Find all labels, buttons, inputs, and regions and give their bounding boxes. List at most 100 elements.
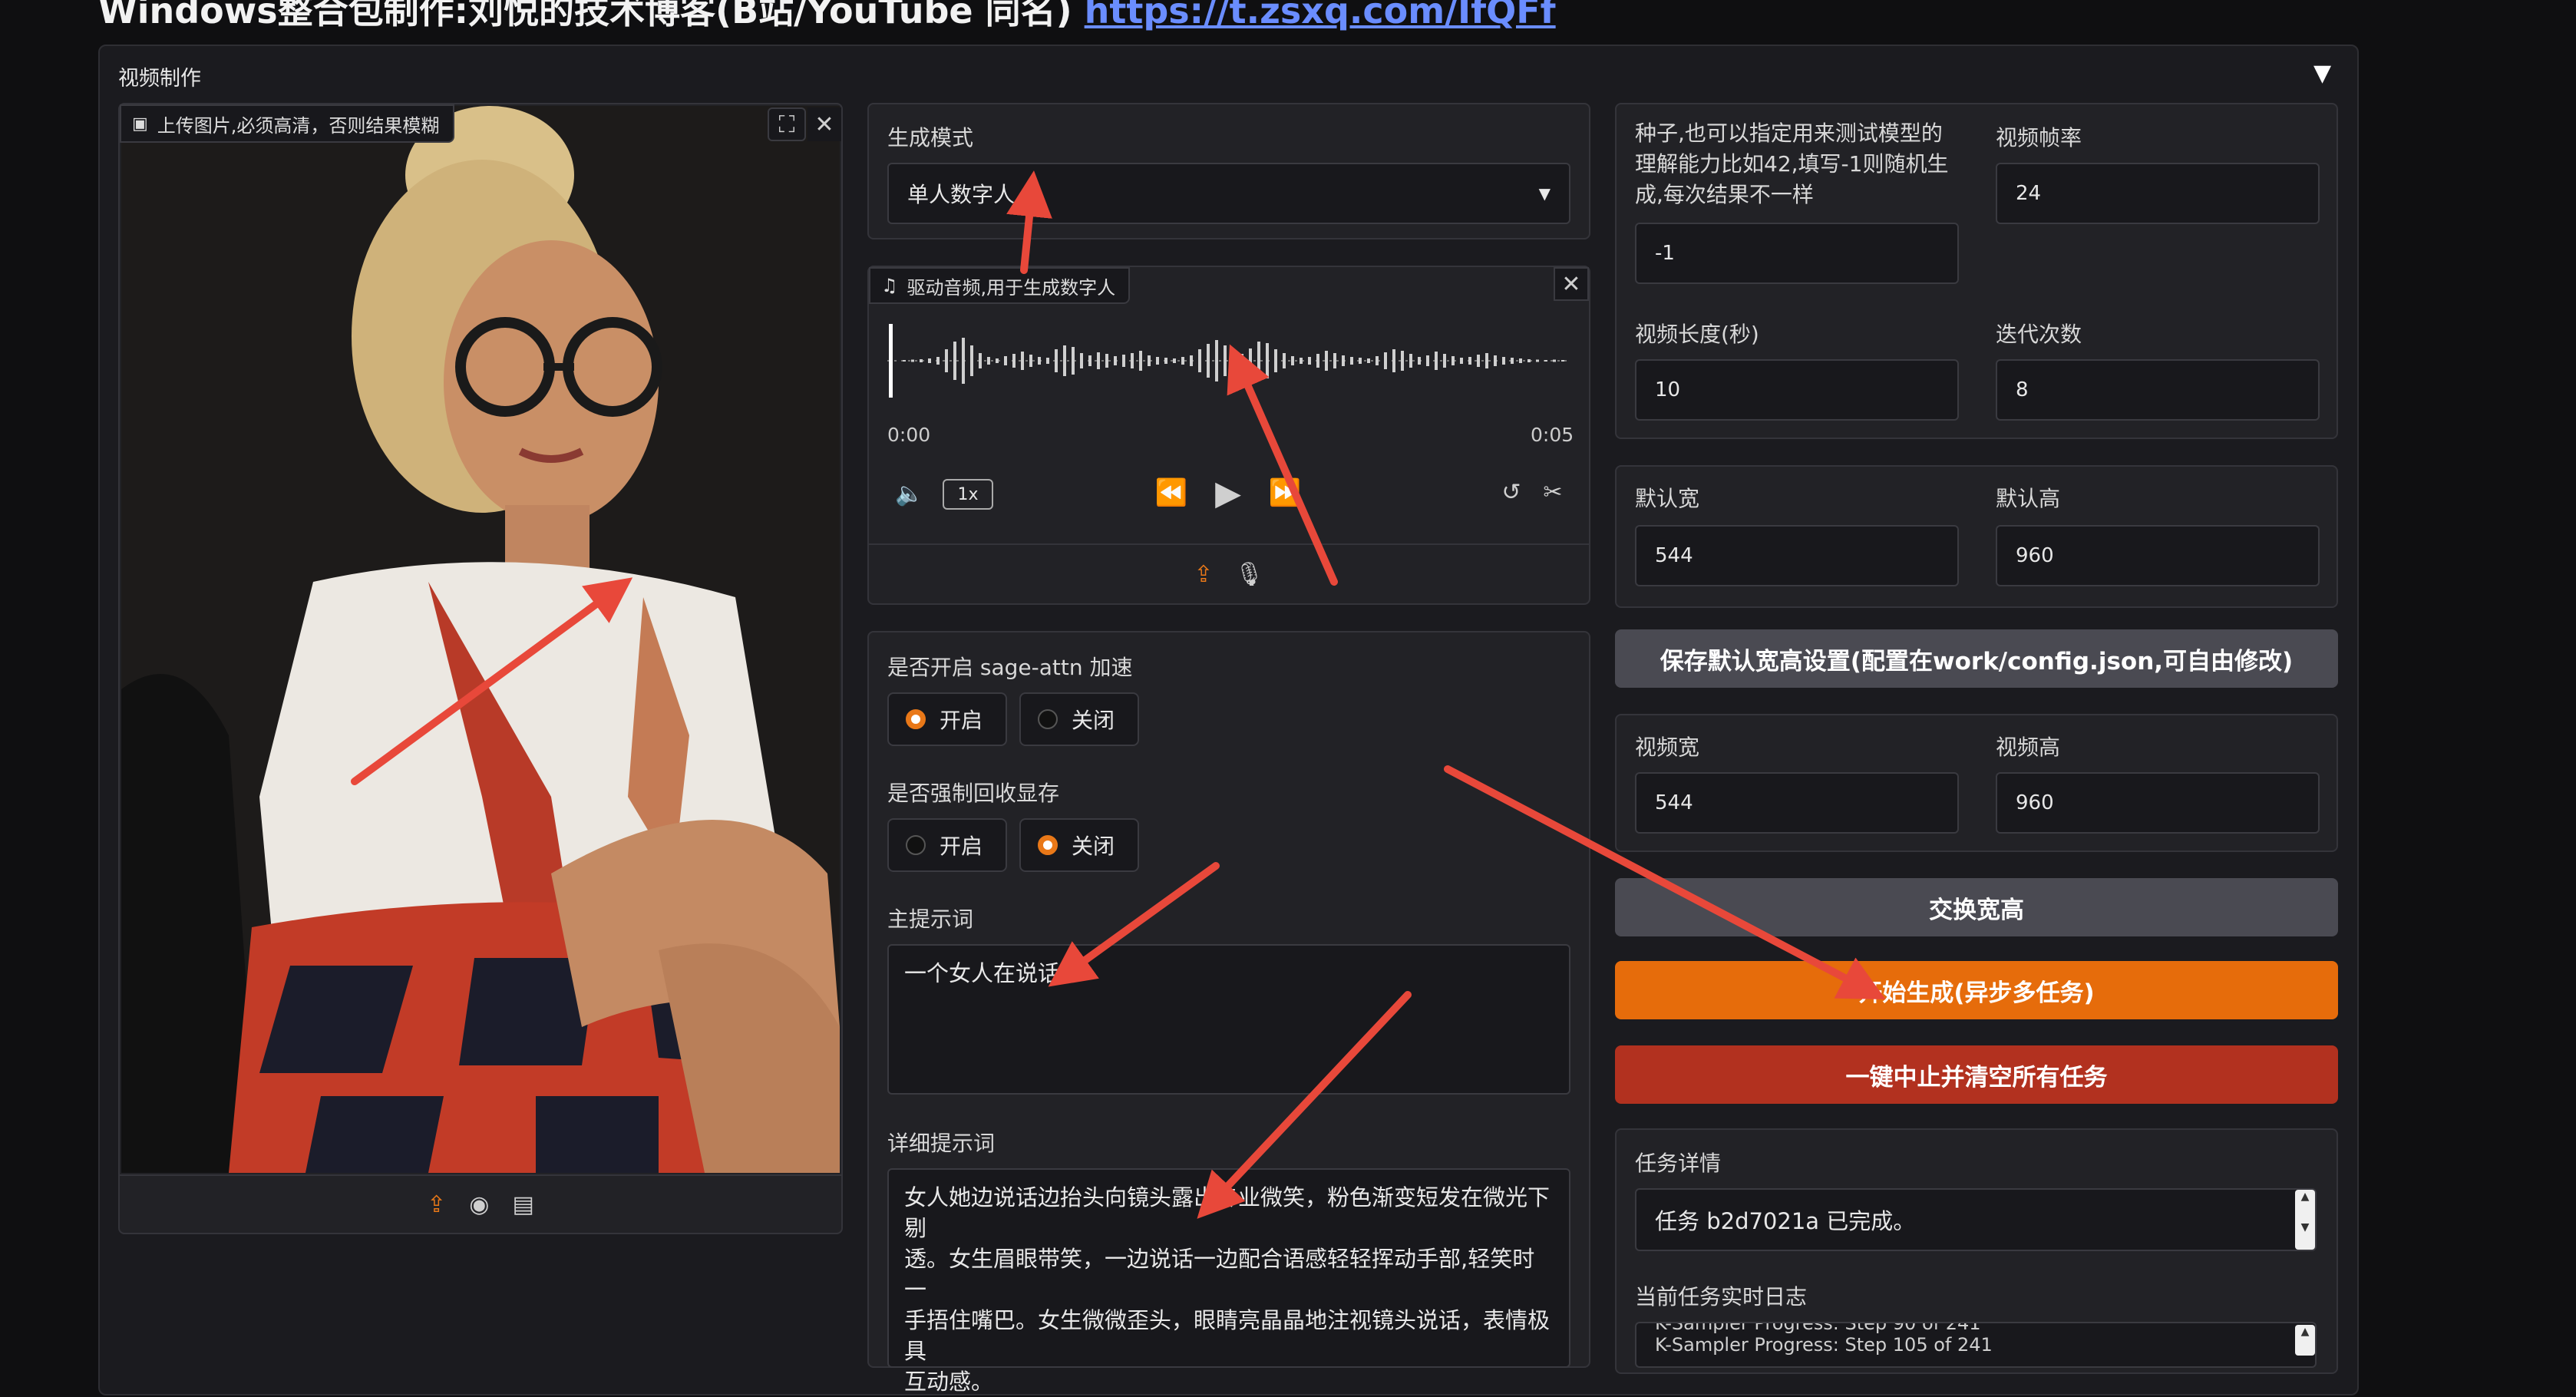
waveform-bar [1418, 357, 1421, 365]
waveform-bar [1426, 355, 1429, 366]
waveform-bar [953, 342, 956, 380]
audio-toolbar: ⇪ 🎙 [869, 543, 1589, 603]
waveform-bar [945, 349, 948, 372]
swap-size-button[interactable]: 交换宽高 [1615, 878, 2338, 936]
playback-speed-button[interactable]: 1x [943, 479, 993, 510]
waveform-bar [1435, 352, 1438, 370]
waveform-bar [1527, 359, 1531, 362]
waveform-bar [1224, 345, 1227, 376]
waveform-bar [1038, 357, 1041, 365]
waveform-bar [1131, 353, 1134, 368]
task-value: 任务 b2d7021a 已完成。 [1655, 1208, 1916, 1234]
volume-icon[interactable]: 🔈 [892, 476, 927, 511]
sage-label: 是否开启 sage-attn 加速 [887, 655, 1133, 680]
image-upload-label: ▣ 上传图片,必须高清，否则结果模糊 [120, 104, 454, 143]
detail-label: 详细提示词 [887, 1131, 996, 1156]
vram-on-radio[interactable]: 开启 [887, 818, 1007, 872]
image-toolbar: ⇪ ◉ ▤ [120, 1174, 841, 1233]
seed-input[interactable]: -1 [1635, 223, 1959, 284]
triangle-down-icon[interactable]: ▼ [2313, 60, 2331, 87]
detail-textarea[interactable]: 女人她边说话边抬头向镜头露出专业微笑，粉色渐变短发在微光下剔 透。女生眉眼带笑，… [887, 1168, 1570, 1395]
upload-icon[interactable]: ⇪ [427, 1191, 446, 1218]
audio-label: ♫ 驱动音频,用于生成数字人 [869, 267, 1130, 304]
waveform-bar [1401, 351, 1404, 371]
fast-forward-icon[interactable]: ⏩ [1265, 473, 1305, 513]
scroll-up-icon[interactable]: ▲ [2295, 1190, 2315, 1204]
audio-upload-icon[interactable]: ⇪ [1194, 561, 1213, 588]
rewind-icon[interactable]: ⏪ [1151, 473, 1191, 513]
waveform-bar [1376, 356, 1379, 365]
microphone-icon[interactable]: 🎙 [1235, 561, 1264, 588]
default-height-label: 默认高 [1996, 486, 2061, 511]
waveform-bar [970, 345, 973, 376]
iters-input[interactable]: 8 [1996, 359, 2320, 421]
vram-on-dot [906, 835, 926, 855]
seed-label: 种子,也可以指定用来测试模型的理解能力比如42,填写-1则随机生成,每次结果不一… [1635, 121, 1949, 207]
waveform-bar [1392, 349, 1395, 372]
webcam-icon[interactable]: ◉ [469, 1191, 489, 1218]
waveform-bar [1122, 355, 1125, 367]
log-line: K-Sampler Progress: Step 105 of 241 [1655, 1334, 1993, 1356]
waveform-bar [1257, 342, 1260, 380]
waveform-bar [1553, 359, 1556, 362]
default-width-input[interactable]: 544 [1635, 525, 1959, 586]
fullscreen-icon[interactable]: ⛶ [768, 107, 806, 141]
prompt-textarea[interactable]: 一个女人在说话 [887, 944, 1570, 1095]
stop-all-button[interactable]: 一键中止并清空所有任务 [1615, 1045, 2338, 1104]
waveform-bar [1291, 356, 1294, 365]
task-label: 任务详情 [1635, 1151, 1722, 1176]
sage-on-text: 开启 [940, 708, 983, 733]
log-line: K-Sampler Progress: Step 90 of 241 [1655, 1322, 1981, 1334]
length-label: 视频长度(秒) [1635, 322, 1759, 347]
sage-off-radio[interactable]: 关闭 [1019, 692, 1139, 746]
waveform-bar [1316, 354, 1319, 368]
vram-off-text: 关闭 [1072, 834, 1115, 859]
detail-line: 手捂住嘴巴。女生微微歪头，眼睛亮晶晶地注视镜头说话，表情极具 [904, 1307, 1551, 1364]
vram-off-radio[interactable]: 关闭 [1019, 818, 1139, 872]
start-generate-button[interactable]: 开始生成(异步多任务) [1615, 961, 2338, 1019]
waveform-bar [1105, 354, 1108, 368]
fps-input[interactable]: 24 [1996, 163, 2320, 224]
waveform-bar [1536, 359, 1539, 362]
scroll-down-icon[interactable]: ▼ [2295, 1220, 2315, 1234]
waveform-bar [1215, 340, 1218, 381]
save-default-size-button[interactable]: 保存默认宽高设置(配置在work/config.json,可自由修改) [1615, 629, 2338, 688]
task-scrollbar[interactable]: ▲ ▼ [2295, 1190, 2315, 1250]
clipboard-icon[interactable]: ▤ [512, 1191, 533, 1218]
play-icon[interactable]: ▶ [1207, 470, 1250, 516]
video-height-label: 视频高 [1996, 735, 2061, 760]
vram-label: 是否强制回收显存 [887, 781, 1060, 806]
video-width-input[interactable]: 544 [1635, 772, 1959, 834]
close-icon[interactable]: ✕ [807, 107, 841, 141]
detail-line: 透。女生眉眼带笑，一边说话一边配合语感轻轻挥动手部,轻笑时一 [904, 1246, 1535, 1303]
waveform-bar [1367, 358, 1370, 363]
task-detail-box[interactable]: 任务 b2d7021a 已完成。 [1635, 1188, 2317, 1251]
blog-link[interactable]: https://t.zsxq.com/IfQFf [1085, 0, 1556, 31]
waveform-bar [1232, 351, 1235, 371]
waveform-bar [1300, 358, 1303, 364]
audio-waveform[interactable] [887, 315, 1570, 407]
sage-on-radio[interactable]: 开启 [887, 692, 1007, 746]
trim-icon[interactable]: ✂ [1535, 473, 1570, 511]
default-height-input[interactable]: 960 [1996, 525, 2320, 586]
waveform-bar [1409, 354, 1412, 368]
waveform-bar [1012, 354, 1016, 368]
fps-label: 视频帧率 [1996, 125, 2082, 150]
waveform-bar [1021, 352, 1024, 370]
waveform-bar [1519, 358, 1522, 363]
waveform-bar [1148, 355, 1151, 366]
reset-icon[interactable]: ↺ [1494, 473, 1529, 511]
waveform-bar [1308, 357, 1311, 365]
audio-close-icon[interactable]: ✕ [1554, 267, 1589, 301]
mode-label: 生成模式 [887, 125, 974, 150]
waveform-bar [1173, 358, 1176, 363]
log-scroll-up-icon[interactable]: ▲ [2295, 1325, 2315, 1339]
length-input[interactable]: 10 [1635, 359, 1959, 421]
waveform-bar [1451, 356, 1455, 365]
log-box[interactable]: K-Sampler Progress: Step 90 of 241 K-Sam… [1635, 1322, 2317, 1368]
mode-select[interactable]: 单人数字人 ▼ [887, 163, 1570, 224]
waveform-bar [962, 338, 965, 384]
video-height-input[interactable]: 960 [1996, 772, 2320, 834]
log-scrollbar[interactable]: ▲ [2295, 1325, 2315, 1356]
waveform-bar [1342, 355, 1345, 366]
